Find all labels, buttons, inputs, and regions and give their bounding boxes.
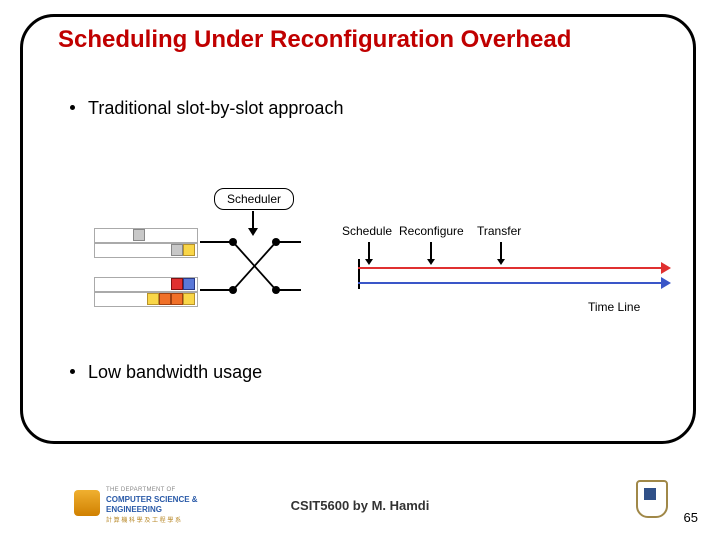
bullet-traditional: Traditional slot-by-slot approach — [88, 98, 343, 119]
bullet-low-bandwidth: Low bandwidth usage — [88, 362, 262, 383]
timeline-label-transfer: Transfer — [477, 224, 521, 238]
timeline-axis — [358, 282, 662, 284]
packet-cell-icon — [183, 244, 195, 256]
timeline-label-reconfigure: Reconfigure — [399, 224, 464, 238]
slide-title: Scheduling Under Reconfiguration Overhea… — [58, 26, 571, 54]
switch-wire — [200, 289, 230, 291]
scheduler-arrow-line — [252, 211, 254, 229]
packet-cell-icon — [159, 293, 171, 305]
packet-cell-icon — [171, 278, 183, 290]
packet-cell-icon — [183, 293, 195, 305]
footer-course: CSIT5600 by M. Hamdi — [0, 498, 720, 513]
down-arrow-icon — [427, 259, 435, 265]
label-arrow-line — [430, 242, 432, 260]
bullet-text: Low bandwidth usage — [88, 362, 262, 382]
arrow-right-icon — [661, 262, 671, 274]
packet-cell-icon — [133, 229, 145, 241]
down-arrow-icon — [365, 259, 373, 265]
bullet-text: Traditional slot-by-slot approach — [88, 98, 343, 118]
dept-line1: THE DEPARTMENT OF — [106, 487, 175, 493]
down-arrow-icon — [497, 259, 505, 265]
voq-row — [94, 277, 198, 292]
timeline-tick — [358, 259, 360, 289]
switch-wire — [279, 289, 301, 291]
packet-cell-icon — [171, 244, 183, 256]
crossbar-icon — [229, 238, 280, 294]
timeline-label-schedule: Schedule — [342, 224, 392, 238]
voq-row — [94, 292, 198, 307]
switch-wire — [279, 241, 301, 243]
shield-inner-icon — [644, 488, 656, 500]
label-arrow-line — [368, 242, 370, 260]
packet-cell-icon — [171, 293, 183, 305]
voq-row — [94, 228, 198, 243]
voq-row — [94, 243, 198, 258]
university-logo — [636, 480, 668, 522]
label-arrow-line — [500, 242, 502, 260]
arrow-right-icon — [661, 277, 671, 289]
packet-cell-icon — [183, 278, 195, 290]
bullet-dot-icon — [70, 369, 75, 374]
scheduler-box: Scheduler — [214, 188, 294, 210]
shield-icon — [636, 480, 668, 518]
dept-cn: 計 算 機 科 學 及 工 程 學 系 — [106, 515, 181, 524]
page-number: 65 — [684, 510, 698, 525]
timeline-bar-red — [358, 267, 662, 269]
bullet-dot-icon — [70, 105, 75, 110]
packet-cell-icon — [147, 293, 159, 305]
switch-wire — [200, 241, 230, 243]
down-arrow-icon — [248, 228, 258, 236]
timeline-axis-label: Time Line — [588, 300, 640, 314]
